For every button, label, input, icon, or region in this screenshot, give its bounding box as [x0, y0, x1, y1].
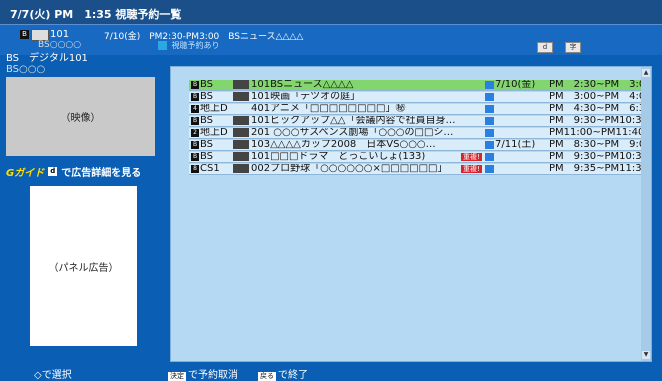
program-time: PM 9:30~PM10:30	[549, 152, 648, 162]
channel-type-icon: B	[191, 81, 199, 89]
program-date: 7/11(土)	[495, 140, 536, 150]
duplicate-badge: 重複!	[461, 165, 482, 173]
program-name: 401アニメ「□□□□□□□□」㊙	[251, 104, 406, 114]
channel-label: BS	[200, 116, 214, 126]
footer-help: ◇で選択 決定 で予約取消 戻る で終了	[0, 366, 662, 381]
video-icon	[233, 80, 249, 89]
program-time: PM 8:30~PM 9:00	[549, 140, 649, 150]
video-icon	[233, 152, 249, 161]
channel-type-icon: B	[191, 141, 199, 149]
video-icon	[233, 92, 249, 101]
g-guide-logo: Gガイド	[6, 168, 45, 179]
reservation-list: B BS 101BSニュース△△△△ 7/10(金) PM 2:30~PM 3:…	[170, 66, 652, 362]
program-info-bar: B 101 7/10(金) PM2:30-PM3:00 BSニュース△△△△ B…	[0, 25, 662, 55]
program-name: 101映画「テツオの庭」	[251, 92, 361, 102]
reserve-icon	[485, 153, 494, 161]
arrow-keys-icon: ◇	[34, 370, 42, 381]
program-name: 101□□□ドラマ どっこいしょ(133)	[251, 152, 426, 162]
program-name: 101BSニュース△△△△	[251, 80, 354, 90]
channel-label: BS	[200, 80, 214, 90]
title-bar: 7/7(火) PM 1:35 視聴予約一覧	[0, 0, 662, 25]
reserve-icon	[485, 141, 494, 149]
list-item[interactable]: 2 地上D 201 ○○○サスペンス劇場「○○○の□□シ… PM11:00~PM…	[189, 128, 649, 139]
program-time: PM 2:30~PM 3:00	[549, 80, 649, 90]
enter-key-icon: 決定	[168, 372, 186, 381]
ad-label: で広告詳細を見る	[61, 168, 142, 179]
channel-number: 101	[50, 29, 70, 40]
back-key-icon: 戻る	[258, 372, 276, 381]
program-time: PM11:00~PM11:40	[549, 128, 645, 138]
reserve-status: 視聴予約あり	[158, 40, 220, 51]
cancel-label: で予約取消	[188, 370, 238, 381]
page-title: 7/7(火) PM 1:35 視聴予約一覧	[10, 8, 182, 21]
program-time: PM 9:30~PM10:30	[549, 116, 648, 126]
list-item[interactable]: 4 地上D 401アニメ「□□□□□□□□」㊙ PM 4:30~PM 6:30	[189, 104, 649, 115]
list-item[interactable]: 8 CS1 002プロ野球「○○○○○○×□□□□□□」 重複! PM 9:35…	[189, 164, 649, 175]
channel-type-icon: 2	[191, 129, 199, 137]
reserve-icon	[485, 117, 494, 125]
program-time: PM 4:30~PM 6:30	[549, 104, 649, 114]
channel-label: 地上D	[200, 128, 228, 138]
program-time: PM 9:35~PM11:30	[549, 164, 648, 174]
subtitle-button[interactable]: 字	[565, 42, 581, 53]
video-icon	[233, 116, 249, 125]
video-icon	[233, 128, 249, 137]
channel-label: BS	[200, 152, 214, 162]
scrollbar[interactable]: ▲ ▼	[641, 67, 651, 361]
channel-info: BS デジタル101 BS○○○	[6, 53, 88, 75]
video-preview: （映像）	[6, 77, 155, 156]
exit-label: で終了	[278, 370, 308, 381]
channel-type-icon: 8	[191, 165, 199, 173]
reserve-icon	[158, 41, 167, 50]
program-name: 002プロ野球「○○○○○○×□□□□□□」	[251, 164, 448, 174]
d-key-icon: d	[48, 167, 58, 176]
duplicate-badge: 重複!	[461, 153, 482, 161]
program-subtitle: BS○○○○	[38, 40, 82, 50]
select-label: で選択	[41, 370, 72, 381]
list-item[interactable]: B BS 101□□□ドラマ どっこいしょ(133) 重複! PM 9:30~P…	[189, 152, 649, 163]
video-label: （映像）	[60, 113, 101, 124]
video-icon	[233, 164, 249, 173]
program-date: 7/10(金)	[495, 80, 536, 90]
program-name: 103△△△△カップ2008 日本VS○○○…	[251, 140, 436, 150]
channel-label: CS1	[200, 164, 220, 174]
select-hint: ◇で選択	[34, 366, 72, 381]
channel-label: 地上D	[200, 104, 228, 114]
channel-type-icon: B	[191, 117, 199, 125]
channel-type-icon: B	[191, 93, 199, 101]
ad-detail-link[interactable]: Gガイド d で広告詳細を見る	[6, 164, 141, 179]
program-name: 201 ○○○サスペンス劇場「○○○の□□シ…	[251, 128, 454, 138]
scroll-down-icon[interactable]: ▼	[642, 351, 650, 359]
video-icon	[233, 140, 249, 149]
channel-label: BS	[200, 140, 214, 150]
bs-icon: B	[20, 30, 29, 39]
exit-hint: 戻る で終了	[258, 366, 308, 381]
channel-line2: BS○○○	[6, 64, 46, 75]
cancel-hint: 決定 で予約取消	[168, 366, 238, 381]
panel-ad-label: （パネル広告）	[48, 262, 119, 274]
reserve-icon	[485, 93, 494, 101]
program-name: 101ビックアップ△△「会議内容で社員自身…	[251, 116, 456, 126]
channel-type-icon: 4	[191, 105, 199, 113]
list-item[interactable]: B BS 103△△△△カップ2008 日本VS○○○… 7/11(土) PM …	[189, 140, 649, 151]
program-time: PM 3:00~PM 4:00	[549, 92, 649, 102]
list-item[interactable]: B BS 101ビックアップ△△「会議内容で社員自身… PM 9:30~PM10…	[189, 116, 649, 127]
reserve-icon	[485, 81, 494, 89]
channel-label: BS	[200, 92, 214, 102]
channel-type-icon: B	[191, 153, 199, 161]
list-item[interactable]: B BS 101BSニュース△△△△ 7/10(金) PM 2:30~PM 3:…	[189, 80, 649, 91]
d-button[interactable]: d	[537, 42, 553, 53]
scroll-up-icon[interactable]: ▲	[642, 69, 650, 77]
list-item[interactable]: B BS 101映画「テツオの庭」 PM 3:00~PM 4:00	[189, 92, 649, 103]
panel-ad: （パネル広告）	[30, 186, 137, 346]
channel-line1: BS デジタル101	[6, 53, 88, 64]
reserve-icon	[485, 105, 494, 113]
reserve-icon	[485, 165, 494, 173]
reserve-label: 視聴予約あり	[171, 41, 220, 50]
reserve-icon	[485, 129, 494, 137]
